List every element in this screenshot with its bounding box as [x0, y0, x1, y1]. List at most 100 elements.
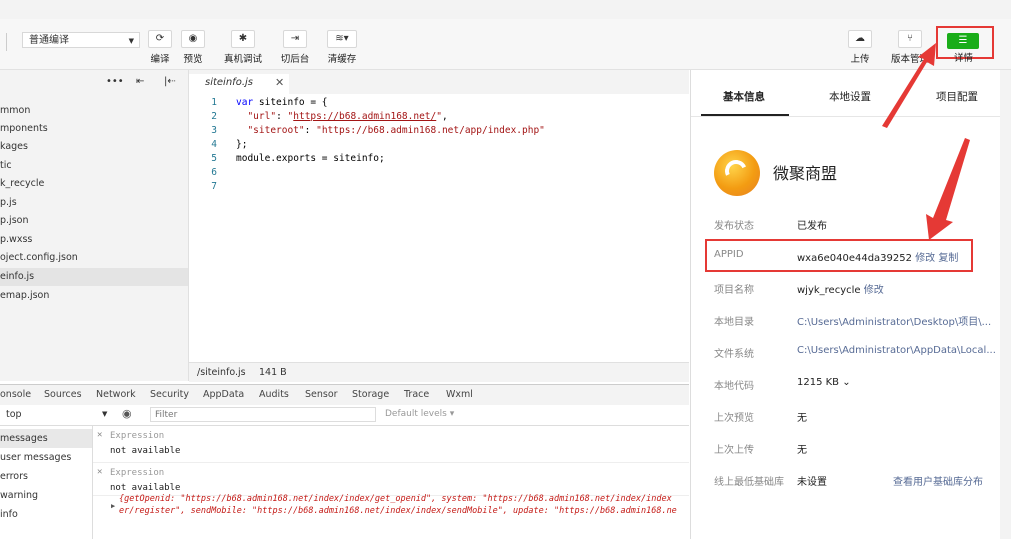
preview-button[interactable]: ◉ 预览	[180, 30, 206, 68]
file-tree-item[interactable]: mponents	[0, 120, 188, 138]
compile-button[interactable]: ⟳ 编译	[147, 30, 173, 68]
appid-value-group: wxa6e040e44da39252 修改 复制	[797, 249, 958, 264]
context-select[interactable]: top	[6, 409, 22, 420]
project-name-label: 项目名称	[714, 285, 754, 296]
code-editor[interactable]: 1 2 3 4 5 6 7 var siteinfo = { "url": "h…	[189, 94, 689, 362]
min-lib-label: 线上最低基础库	[714, 477, 784, 488]
log-value: not available	[110, 446, 181, 456]
tab-security[interactable]: Security	[150, 389, 189, 400]
upload-button[interactable]: ☁ 上传	[847, 30, 873, 68]
branch-icon: ⑂	[898, 30, 922, 48]
sidebar-item-errors[interactable]: errors	[0, 467, 92, 486]
tab-basic-info[interactable]: 基本信息	[723, 89, 765, 104]
scrollbar[interactable]	[1000, 70, 1011, 539]
details-button[interactable]: ☰ 详情	[936, 26, 994, 64]
file-tree-item[interactable]: tic	[0, 157, 188, 175]
console-filter-bar: top ▼ ◉ Default levels ▾	[0, 405, 689, 426]
sidebar-item-warning[interactable]: warning	[0, 486, 92, 505]
publish-status-label: 发布状态	[714, 221, 754, 232]
code-line: module.exports = siteinfo;	[236, 153, 385, 164]
file-tree-item[interactable]: p.js	[0, 194, 188, 212]
app-name: 微聚商盟	[773, 164, 838, 183]
code-string: "siteroot"	[247, 125, 305, 136]
file-tree-item[interactable]: emap.json	[0, 287, 188, 305]
tab-network[interactable]: Network	[96, 389, 136, 400]
clear-cache-button[interactable]: ≋▾ 清缓存	[326, 30, 358, 68]
sidebar-item-messages[interactable]: messages	[0, 429, 92, 448]
eye-icon[interactable]: ◉	[122, 407, 132, 420]
sidebar-item-user-messages[interactable]: user messages	[0, 448, 92, 467]
eye-icon: ◉	[181, 30, 205, 48]
line-number: 4	[211, 139, 217, 150]
file-system-value[interactable]: C:\Users\Administrator\AppData\Local...	[797, 345, 996, 356]
tab-appdata[interactable]: AppData	[203, 389, 244, 400]
background-button[interactable]: ⇥ 切后台	[280, 30, 310, 68]
file-tree-item[interactable]: kages	[0, 138, 188, 156]
code-string: "https://b68.admin168.net/app/index.php"	[316, 125, 545, 136]
window-top-strip	[0, 0, 1011, 19]
code-keyword: var	[236, 97, 254, 108]
sidebar-item-info[interactable]: info	[0, 505, 92, 524]
file-tree-item[interactable]: oject.config.json	[0, 249, 188, 267]
close-icon[interactable]: ✕	[275, 76, 284, 89]
collapse-icon[interactable]: ⇤	[136, 76, 144, 87]
close-icon[interactable]: ✕	[97, 430, 102, 440]
version-management-button[interactable]: ⑂ 版本管理	[890, 30, 930, 68]
local-dir-value[interactable]: C:\Users\Administrator\Desktop\项目\...	[797, 313, 991, 328]
file-tree-item[interactable]: k_recycle	[0, 175, 188, 193]
code-string: "url"	[247, 111, 277, 122]
local-dir-label: 本地目录	[714, 317, 754, 328]
copy-appid-link[interactable]: 复制	[938, 253, 958, 264]
tab-sources[interactable]: Sources	[44, 389, 82, 400]
expand-triangle-icon[interactable]: ▶	[111, 502, 115, 510]
tab-storage[interactable]: Storage	[352, 389, 389, 400]
refresh-icon: ⟳	[148, 30, 172, 48]
edit-project-name-link[interactable]: 修改	[864, 285, 884, 296]
tab-audits[interactable]: Audits	[259, 389, 289, 400]
file-tree-item[interactable]: p.wxss	[0, 231, 188, 249]
menu-icon: ☰	[947, 33, 979, 49]
code-text: :	[304, 125, 317, 136]
file-size: 141 B	[259, 367, 287, 378]
remote-debug-label: 真机调试	[223, 54, 262, 65]
logo-swirl	[721, 156, 751, 186]
remote-debug-button[interactable]: ✱ 真机调试	[222, 30, 264, 68]
file-tree-item[interactable]: mmon	[0, 102, 188, 120]
editor-tab-siteinfo[interactable]: siteinfo.js ✕	[189, 74, 289, 94]
console-filter-input[interactable]	[150, 407, 376, 422]
file-tree-item[interactable]: p.json	[0, 212, 188, 230]
edit-appid-link[interactable]: 修改	[915, 253, 935, 264]
line-number: 2	[211, 111, 217, 122]
tab-console[interactable]: onsole	[0, 389, 31, 400]
project-name-value: wjyk_recycle	[797, 285, 861, 296]
code-text: ,	[441, 111, 448, 122]
file-tree-item-active[interactable]: einfo.js	[0, 268, 188, 286]
tab-sensor[interactable]: Sensor	[305, 389, 338, 400]
file-system-label: 文件系统	[714, 349, 754, 360]
compile-mode-select[interactable]: 普通编译 ▼	[22, 32, 140, 48]
last-upload-label: 上次上传	[714, 445, 754, 456]
close-icon[interactable]: ✕	[97, 467, 102, 477]
tab-divider	[691, 116, 1001, 117]
file-path: /siteinfo.js	[197, 367, 246, 378]
log-label: Expression	[110, 468, 165, 478]
tab-project-config[interactable]: 项目配置	[936, 89, 978, 104]
appid-value: wxa6e040e44da39252	[797, 253, 912, 264]
line-number: 7	[211, 181, 217, 192]
caret-down-icon: ▼	[102, 410, 108, 418]
log-entry: ✕ Expression not available	[93, 426, 689, 463]
file-tree-toolbar: ••• ⇤ |⇠	[0, 70, 188, 94]
log-levels-select[interactable]: Default levels ▾	[385, 409, 454, 419]
console-sidebar: messages user messages errors warning in…	[0, 426, 93, 539]
compile-label: 编译	[150, 54, 170, 65]
more-icon[interactable]: •••	[106, 76, 124, 87]
code-url[interactable]: https://b68.admin168.net/	[293, 111, 436, 122]
view-lib-distribution-link[interactable]: 查看用户基础库分布	[893, 473, 983, 488]
code-text: :	[276, 111, 288, 122]
tab-wxml[interactable]: Wxml	[446, 389, 473, 400]
upload-label: 上传	[850, 54, 870, 65]
tab-local-settings[interactable]: 本地设置	[829, 89, 871, 104]
local-code-value[interactable]: 1215 KB ⌄	[797, 377, 851, 388]
collapse-panel-icon[interactable]: |⇠	[164, 76, 176, 87]
tab-trace[interactable]: Trace	[404, 389, 429, 400]
